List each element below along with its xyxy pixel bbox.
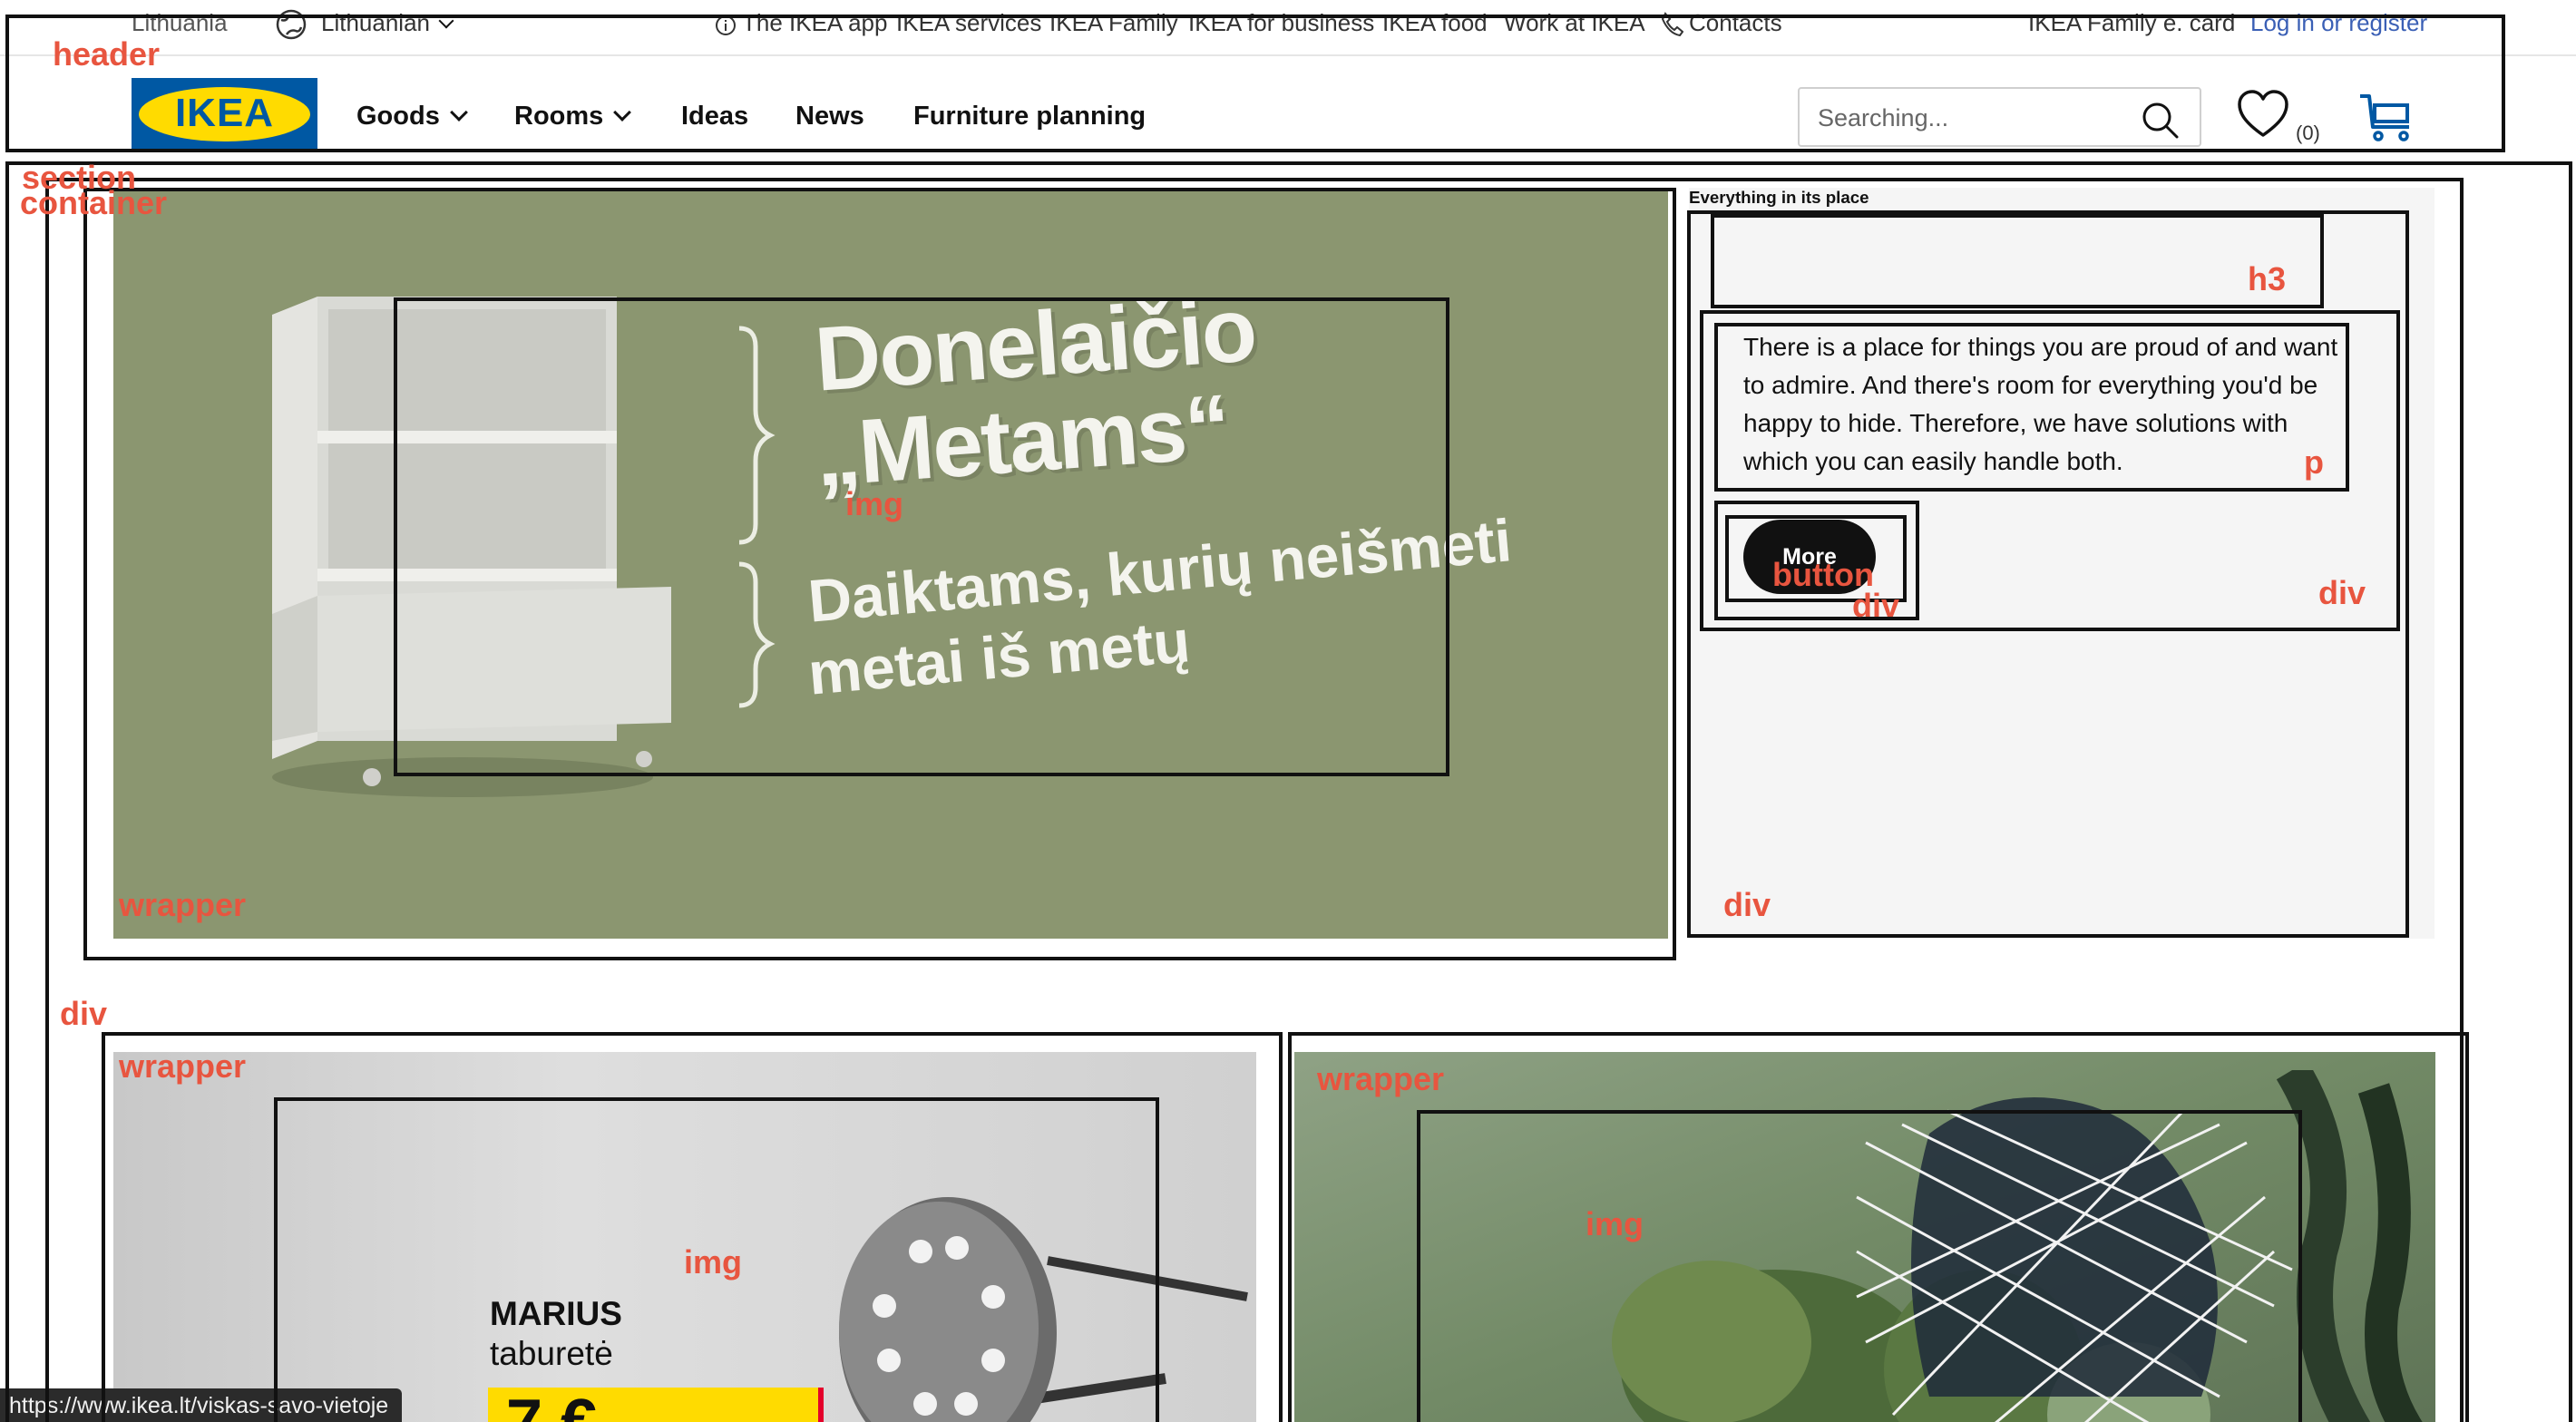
util-link-work[interactable]: Work at IKEA: [1504, 9, 1645, 37]
annotation-label-div: div: [1852, 587, 1900, 624]
annotation-label-div: div: [2318, 574, 2366, 611]
annotation-label-div: div: [1723, 886, 1771, 923]
promo-text: There is a place for things you are prou…: [1743, 333, 2338, 475]
stool-illustration: [839, 1197, 1248, 1422]
util-link-app[interactable]: The IKEA app: [742, 9, 887, 37]
util-link-contacts[interactable]: Contacts: [1689, 9, 1782, 37]
nav-item-rooms[interactable]: Rooms: [514, 102, 632, 131]
promo-heading: Everything in its place: [1689, 188, 1869, 207]
product-name: MARIUS: [490, 1295, 622, 1332]
wishlist-count: (0): [2296, 122, 2320, 144]
heart-icon[interactable]: [2236, 88, 2290, 141]
utility-bar: Lithuania Lithuanian The IKEA app IKEA s…: [0, 0, 2576, 56]
nav-label: Goods: [356, 102, 440, 131]
language-selector[interactable]: Lithuanian: [321, 9, 454, 37]
annotation-label-wrapper: wrapper: [119, 1047, 247, 1085]
annotation-label-wrapper: wrapper: [119, 886, 247, 923]
bookcase-illustration: [272, 297, 671, 797]
nav-item-furniture-planning[interactable]: Furniture planning: [913, 102, 1146, 131]
annotation-label-h3: h3: [2248, 260, 2287, 297]
net-bag-tile[interactable]: [1294, 1052, 2435, 1422]
chevron-down-icon: [438, 13, 454, 29]
search-icon[interactable]: [2140, 100, 2180, 140]
globe-icon: [276, 9, 307, 40]
nav-label: Rooms: [514, 102, 604, 131]
country-selector[interactable]: Lithuania: [132, 9, 228, 37]
search-input[interactable]: [1818, 100, 2126, 136]
cart-icon[interactable]: [2358, 93, 2415, 143]
product-price: 7 €: [506, 1386, 597, 1422]
brace-decoration: [738, 326, 776, 708]
util-link-food[interactable]: IKEA food: [1382, 9, 1488, 37]
annotation-label-wrapper: wrapper: [1317, 1060, 1445, 1097]
util-link-business[interactable]: IKEA for business: [1188, 9, 1374, 37]
login-link[interactable]: Log in or register: [2250, 9, 2427, 37]
annotation-label-img: img: [684, 1243, 743, 1281]
browser-status-url: https://www.ikea.lt/viskas-savo-vietoje: [0, 1388, 402, 1422]
annotation-label-img: img: [1586, 1205, 1644, 1242]
annotation-label-header: header: [53, 35, 161, 73]
annotation-label-p: p: [2304, 443, 2324, 481]
nav-item-news[interactable]: News: [795, 102, 864, 131]
chevron-down-icon: [613, 103, 632, 122]
util-link-services[interactable]: IKEA services: [896, 9, 1041, 37]
product-tile-marius[interactable]: [113, 1052, 1256, 1422]
chevron-down-icon: [449, 103, 468, 122]
product-type: taburetė: [490, 1335, 613, 1372]
annotation-label-div: div: [60, 995, 108, 1032]
annotation-label-img: img: [845, 485, 904, 522]
info-icon: [716, 15, 736, 35]
logo-text: IKEA: [174, 91, 275, 135]
ikea-logo[interactable]: IKEA: [132, 78, 317, 151]
nav-item-ideas[interactable]: Ideas: [681, 102, 748, 131]
family-card-link[interactable]: IKEA Family e. card: [2028, 9, 2235, 37]
search-box[interactable]: [1798, 87, 2201, 147]
annotation-label-container: container: [20, 184, 168, 221]
nav-item-goods[interactable]: Goods: [356, 102, 468, 131]
net-bag-illustration: [1612, 1070, 2423, 1422]
util-link-family[interactable]: IKEA Family: [1049, 9, 1178, 37]
language-label: Lithuanian: [321, 9, 430, 36]
phone-icon: [1661, 12, 1683, 36]
